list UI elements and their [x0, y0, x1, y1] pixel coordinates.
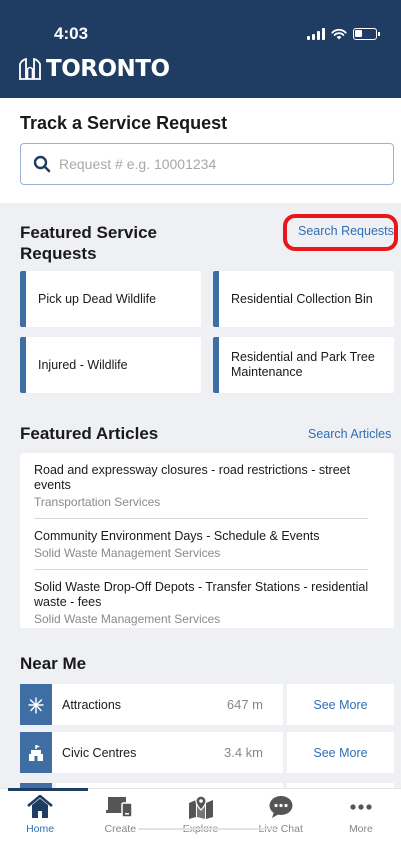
search-icon [33, 155, 51, 173]
track-request-section: Track a Service Request [0, 98, 401, 203]
tab-live-chat[interactable]: Live Chat [241, 789, 321, 844]
civic-building-icon [20, 732, 52, 773]
card-label: Residential and Park Tree Maintenance [231, 350, 375, 379]
featured-articles-title: Featured Articles [20, 424, 159, 443]
article-item[interactable]: Solid Waste Drop-Off Depots - Transfer S… [34, 570, 380, 627]
near-me-distance: 647 m [226, 697, 263, 712]
fireworks-icon [20, 684, 52, 725]
article-item[interactable]: Community Environment Days - Schedule & … [34, 519, 380, 570]
bottom-tab-bar: Home Create Explore [0, 788, 401, 844]
near-me-row-attractions: Attractions 647 m See More [20, 684, 394, 725]
article-title: Community Environment Days - Schedule & … [34, 529, 320, 543]
tab-explore[interactable]: Explore [160, 789, 240, 844]
featured-articles-list: Road and expressway closures - road rest… [20, 453, 394, 628]
logo-wordmark: TORONTO [46, 56, 170, 82]
cellular-signal-icon [307, 28, 325, 40]
home-indicator [138, 828, 276, 830]
tab-label: More [348, 823, 373, 835]
card-injured-wildlife[interactable]: Injured - Wildlife [20, 337, 201, 393]
near-me-item[interactable]: Civic Centres 3.4 km [20, 732, 283, 773]
near-me-item[interactable]: Attractions 647 m [20, 684, 283, 725]
request-search-box[interactable] [20, 143, 394, 185]
wifi-icon [331, 28, 347, 40]
request-number-input[interactable] [59, 156, 359, 172]
toronto-logo: TORONTO [18, 56, 170, 82]
card-label: Injured - Wildlife [38, 357, 128, 372]
create-icon [106, 797, 134, 818]
card-residential-collection-bin[interactable]: Residential Collection Bin [213, 271, 394, 327]
card-residential-park-tree-maintenance[interactable]: Residential and Park Tree Maintenance [213, 337, 394, 393]
tab-create[interactable]: Create [80, 789, 160, 844]
track-request-title: Track a Service Request [20, 113, 228, 133]
tab-home[interactable]: Home [0, 789, 80, 844]
card-label: Residential Collection Bin [231, 291, 373, 306]
card-label: Pick up Dead Wildlife [38, 291, 157, 306]
tab-more[interactable]: More [321, 789, 401, 844]
map-icon [188, 795, 213, 819]
see-more-button[interactable]: See More [287, 732, 394, 773]
article-item[interactable]: Road and expressway closures - road rest… [34, 453, 380, 519]
tab-label: Home [26, 823, 55, 835]
article-source: Solid Waste Management Services [34, 612, 221, 626]
card-pick-up-dead-wildlife[interactable]: Pick up Dead Wildlife [20, 271, 201, 327]
article-source: Solid Waste Management Services [34, 546, 221, 560]
city-hall-logo-icon [19, 58, 41, 80]
tab-label: Create [104, 823, 137, 835]
near-me-row-civic-centres: Civic Centres 3.4 km See More [20, 732, 394, 773]
status-icons [307, 28, 380, 40]
article-source: Transportation Services [34, 495, 161, 509]
near-me-name: Civic Centres [62, 745, 137, 760]
near-me-distance: 3.4 km [223, 745, 263, 760]
battery-icon [353, 28, 380, 40]
featured-requests-title: Featured Service Requests [20, 223, 158, 263]
active-tab-indicator [8, 788, 88, 791]
search-articles-link[interactable]: Search Articles [308, 427, 391, 441]
near-me-name: Attractions [62, 697, 122, 712]
chat-bubble-icon [269, 796, 293, 818]
home-icon [27, 795, 53, 818]
see-more-button[interactable]: See More [287, 684, 394, 725]
article-title: Solid Waste Drop-Off Depots - Transfer S… [34, 580, 369, 609]
near-me-title: Near Me [20, 654, 87, 673]
more-dots-icon [350, 804, 372, 810]
status-time: 4:03 [54, 24, 89, 43]
article-title: Road and expressway closures - road rest… [34, 463, 351, 492]
app-header: 4:03 TORONTO [0, 0, 401, 98]
search-requests-highlight [283, 214, 398, 251]
